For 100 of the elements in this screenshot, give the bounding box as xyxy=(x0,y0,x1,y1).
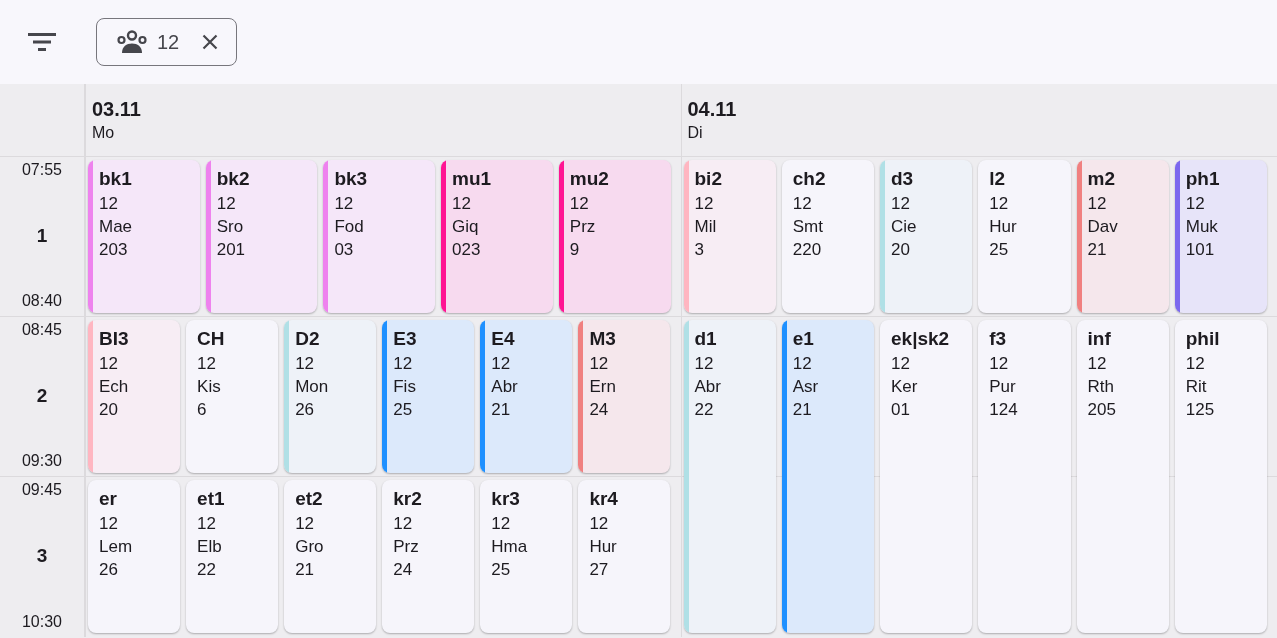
room-number: 25 xyxy=(393,399,414,421)
room-number: 24 xyxy=(393,559,414,581)
subject-name: kr4 xyxy=(589,487,618,511)
teacher-name: Mon xyxy=(295,376,329,398)
lesson-card[interactable]: D2 12 Mon 26 xyxy=(284,320,377,473)
class-name: 12 xyxy=(1087,193,1108,215)
teacher-name: Abr xyxy=(694,376,721,398)
lesson-card[interactable]: e1 12 Asr 21 xyxy=(781,320,874,633)
lesson-card[interactable]: E4 12 Abr 21 xyxy=(480,320,573,473)
lesson-card[interactable]: bk2 12 Sro 201 xyxy=(205,160,318,313)
subject-name: l2 xyxy=(989,167,1007,191)
class-name: 12 xyxy=(99,353,119,375)
lesson-card[interactable]: kr2 12 Prz 24 xyxy=(382,480,475,633)
subject-name: phil xyxy=(1185,327,1220,351)
subject-name: mu2 xyxy=(569,167,609,191)
subject-name: er xyxy=(99,487,118,511)
class-name: 12 xyxy=(197,513,217,535)
room-number: 25 xyxy=(989,239,1010,261)
room-number: 023 xyxy=(452,239,482,261)
teacher-name: Gro xyxy=(295,536,324,558)
lesson-card[interactable]: mu2 12 Prz 9 xyxy=(558,160,671,313)
room-number: 25 xyxy=(491,559,512,581)
lesson-card[interactable]: bk1 12 Mae 203 xyxy=(88,160,200,313)
lesson-card[interactable]: m2 12 Dav 21 xyxy=(1076,160,1169,313)
class-name: 12 xyxy=(295,513,316,535)
room-number: 201 xyxy=(216,239,247,261)
period-end-time: 10:30 xyxy=(21,612,62,632)
room-number: 203 xyxy=(99,239,129,261)
filter-chip[interactable]: 12 xyxy=(96,18,237,66)
lesson-card[interactable]: mu1 12 Giq 023 xyxy=(441,160,553,313)
class-name: 12 xyxy=(1087,353,1108,375)
teacher-name: Prz xyxy=(393,536,420,558)
lesson-card[interactable]: ph1 12 Muk 101 xyxy=(1174,160,1267,313)
class-name: 12 xyxy=(197,353,217,375)
teacher-name: Mil xyxy=(694,216,718,238)
lesson-card[interactable]: M3 12 Ern 24 xyxy=(578,320,671,473)
lesson-card[interactable]: l2 12 Hur 25 xyxy=(978,160,1071,313)
class-name: 12 xyxy=(891,193,911,215)
class-name: 12 xyxy=(569,193,590,215)
subject-name: inf xyxy=(1087,327,1112,351)
class-name: 12 xyxy=(989,193,1010,215)
lesson-card[interactable]: et2 12 Gro 21 xyxy=(284,480,377,633)
class-name: 12 xyxy=(792,193,813,215)
people-group-icon xyxy=(117,30,147,54)
subject-name: ch2 xyxy=(792,167,826,191)
teacher-name: Hma xyxy=(491,536,528,558)
lesson-card[interactable]: inf 12 Rth 205 xyxy=(1076,320,1169,633)
filter-button[interactable] xyxy=(28,33,56,51)
teacher-name: Pur xyxy=(989,376,1017,398)
day-date: 04.11 xyxy=(687,97,738,122)
subject-name: kr3 xyxy=(491,487,521,511)
lesson-card[interactable]: kr3 12 Hma 25 xyxy=(480,480,573,633)
lesson-card[interactable]: et1 12 Elb 22 xyxy=(186,480,279,633)
subject-name: kr2 xyxy=(393,487,422,511)
close-icon xyxy=(202,34,219,50)
room-number: 20 xyxy=(891,239,911,261)
lesson-card[interactable]: er 12 Lem 26 xyxy=(88,480,181,633)
subject-name: ph1 xyxy=(1185,167,1220,191)
weekday-label: Di xyxy=(687,123,704,143)
chip-remove-button[interactable] xyxy=(201,33,220,51)
teacher-name: Fod xyxy=(334,216,365,238)
room-number: 24 xyxy=(589,399,610,421)
lesson-card[interactable]: d1 12 Abr 22 xyxy=(683,320,776,633)
room-number: 20 xyxy=(99,399,119,421)
teacher-name: Giq xyxy=(452,216,480,238)
class-name: 12 xyxy=(216,193,237,215)
lesson-card[interactable]: kr4 12 Hur 27 xyxy=(578,480,671,633)
lesson-card[interactable]: BI3 12 Ech 20 xyxy=(88,320,181,473)
teacher-name: Dav xyxy=(1087,216,1118,238)
lesson-card[interactable]: ch2 12 Smt 220 xyxy=(781,160,874,313)
class-name: 12 xyxy=(491,353,512,375)
subject-name: E3 xyxy=(393,327,417,351)
teacher-name: Asr xyxy=(792,376,819,398)
subject-name: et2 xyxy=(295,487,324,511)
lesson-card[interactable]: ek|sk2 12 Ker 01 xyxy=(880,320,973,633)
room-number: 9 xyxy=(569,239,581,261)
teacher-name: Lem xyxy=(99,536,133,558)
lesson-card[interactable]: d3 12 Cie 20 xyxy=(880,160,973,313)
period-end-time: 09:30 xyxy=(21,451,62,471)
teacher-name: Hur xyxy=(589,536,618,558)
subject-name: D2 xyxy=(295,327,321,351)
subject-name: ek|sk2 xyxy=(891,327,950,351)
subject-name: bi2 xyxy=(694,167,722,191)
lesson-card[interactable]: bi2 12 Mil 3 xyxy=(683,160,776,313)
class-name: 12 xyxy=(792,353,813,375)
lesson-card[interactable]: bk3 12 Fod 03 xyxy=(323,160,436,313)
lesson-card[interactable]: CH 12 Kis 6 xyxy=(186,320,279,473)
room-number: 220 xyxy=(792,239,823,261)
class-name: 12 xyxy=(891,353,911,375)
subject-name: d3 xyxy=(891,167,915,191)
period-number: 2 xyxy=(36,383,48,408)
weekday-label: Mo xyxy=(92,123,116,143)
lesson-card[interactable]: phil 12 Rit 125 xyxy=(1174,320,1267,633)
period-start-time: 08:45 xyxy=(21,320,62,340)
class-name: 12 xyxy=(1185,193,1206,215)
lesson-card[interactable]: f3 12 Pur 124 xyxy=(978,320,1071,633)
class-name: 12 xyxy=(452,193,473,215)
lesson-card[interactable]: E3 12 Fis 25 xyxy=(382,320,475,473)
teacher-name: Smt xyxy=(792,216,824,238)
room-number: 27 xyxy=(589,559,610,581)
